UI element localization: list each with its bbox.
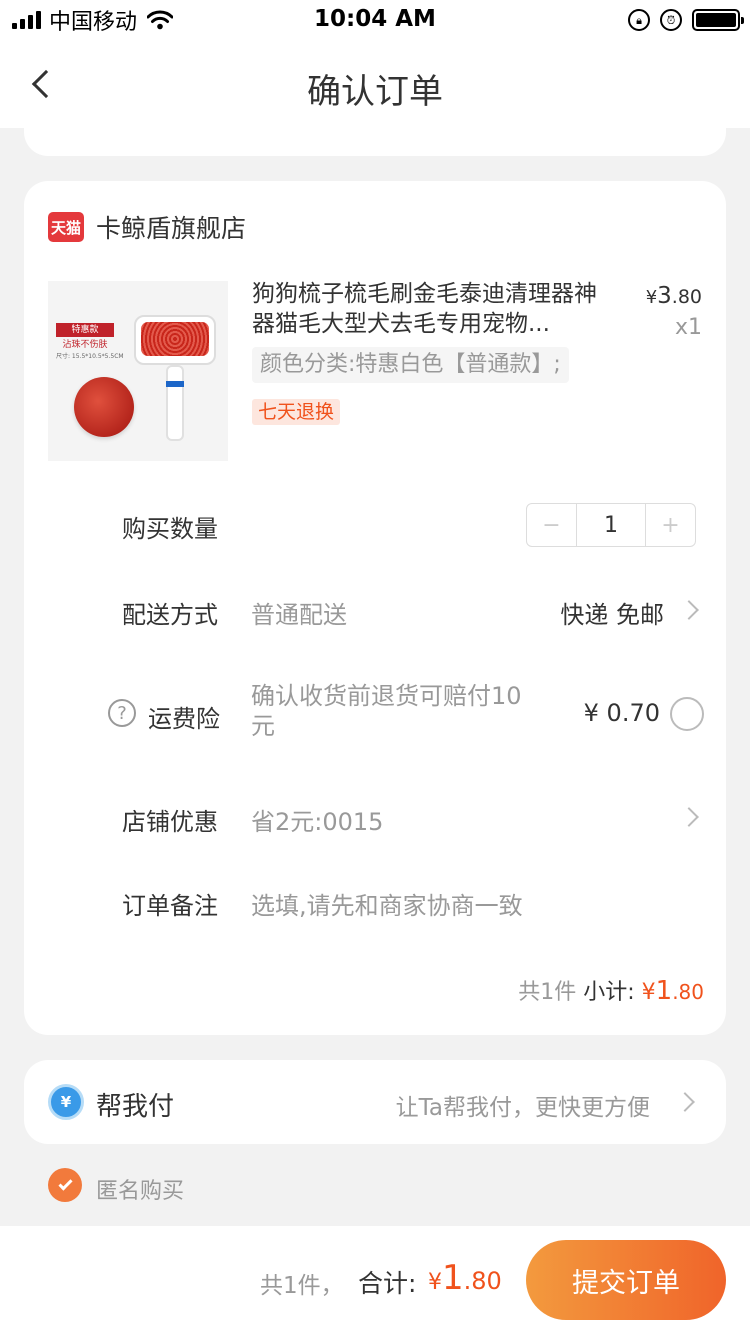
page-title: 确认订单 [307, 72, 443, 112]
insurance-label: 运费险 [148, 705, 220, 733]
quantity-stepper: − 1 + [526, 503, 696, 547]
submit-order-button[interactable]: 提交订单 [526, 1240, 726, 1320]
product-title[interactable]: 狗狗梳子梳毛刷金毛泰迪清理器神器猫毛大型犬去毛专用宠物... [252, 279, 602, 339]
anonymous-label: 匿名购买 [96, 1179, 185, 1204]
help-icon[interactable]: ? [108, 699, 136, 727]
product-image-tag: 特惠款 [56, 323, 114, 337]
store-order-card: 天猫 卡鲸盾旗舰店 特惠款 沾珠不伤肤 尺寸: 15.5*10.5*5.5CM … [24, 181, 726, 1035]
delivery-type: 普通配送 [251, 601, 347, 629]
insurance-description: 确认收货前退货可赔付10元 [251, 682, 522, 740]
store-header[interactable]: 天猫 卡鲸盾旗舰店 [48, 209, 246, 245]
battery-icon [692, 9, 744, 31]
nav-bar: 确认订单 [0, 40, 750, 128]
subtotal: 共1件 小计: ¥1.80 [518, 974, 704, 1006]
product-quantity: x1 [674, 315, 702, 340]
pay-for-me-description: 让Ta帮我付，更快更方便 [395, 1095, 650, 1121]
rotation-lock-icon: 🔒︎ [628, 9, 650, 31]
product-image-subtitle: 沾珠不伤肤 [62, 340, 108, 350]
quantity-value[interactable]: 1 [576, 504, 646, 546]
product-image-dimensions: 尺寸: 15.5*10.5*5.5CM [56, 353, 124, 360]
note-input[interactable]: 选填,请先和商家协商一致 [251, 886, 523, 921]
delivery-method-value[interactable]: 快递 免邮 [560, 595, 664, 630]
chevron-right-icon [675, 1092, 695, 1112]
bottom-bar: 共1件， 合计: ¥1.80 提交订单 [0, 1226, 750, 1334]
delivery-label: 配送方式 [122, 601, 218, 629]
discount-value[interactable]: 省2元:0015 [251, 802, 383, 837]
chevron-right-icon[interactable] [679, 600, 699, 620]
brush-handle-graphic [166, 365, 184, 441]
product-image[interactable]: 特惠款 沾珠不伤肤 尺寸: 15.5*10.5*5.5CM [48, 281, 228, 461]
anonymous-checkbox[interactable] [48, 1168, 82, 1202]
total-count: 共1件， [260, 1273, 344, 1299]
address-card-stub [24, 118, 726, 156]
total-label: 合计: [358, 1269, 417, 1298]
store-name: 卡鲸盾旗舰店 [96, 214, 247, 243]
subtotal-amount: ¥1.80 [641, 976, 704, 1006]
brush-head-graphic [134, 315, 216, 365]
product-sku[interactable]: 颜色分类:特惠白色【普通款】; [252, 347, 569, 383]
quantity-minus-button[interactable]: − [527, 504, 576, 546]
product-price: ¥3.80 [645, 283, 702, 309]
subtotal-label: 小计: [583, 980, 635, 1005]
subtotal-count: 共1件 [518, 980, 577, 1005]
status-right: 🔒︎ ⏰︎ [628, 6, 744, 34]
alarm-icon: ⏰︎ [660, 9, 682, 31]
quantity-label: 购买数量 [122, 515, 218, 543]
pay-for-me-card[interactable]: ¥ 帮我付 让Ta帮我付，更快更方便 [24, 1060, 726, 1144]
brush-disc-graphic [74, 377, 134, 437]
insurance-radio[interactable] [670, 697, 704, 731]
insurance-price: ¥ 0.70 [583, 699, 660, 727]
yen-coin-icon: ¥ [48, 1084, 84, 1120]
tmall-logo-icon: 天猫 [48, 212, 84, 242]
pay-for-me-label: 帮我付 [96, 1092, 175, 1122]
service-tag: 七天退换 [252, 399, 341, 425]
checkmark-icon [57, 1176, 73, 1191]
note-label: 订单备注 [122, 892, 218, 920]
chevron-right-icon[interactable] [679, 807, 699, 827]
quantity-plus-button[interactable]: + [646, 504, 695, 546]
brush-ring-graphic [166, 381, 184, 387]
total-amount: ¥1.80 [428, 1258, 502, 1298]
status-bar: 中国移动 10:04 AM 🔒︎ ⏰︎ [0, 0, 750, 40]
discount-label: 店铺优惠 [122, 808, 218, 836]
